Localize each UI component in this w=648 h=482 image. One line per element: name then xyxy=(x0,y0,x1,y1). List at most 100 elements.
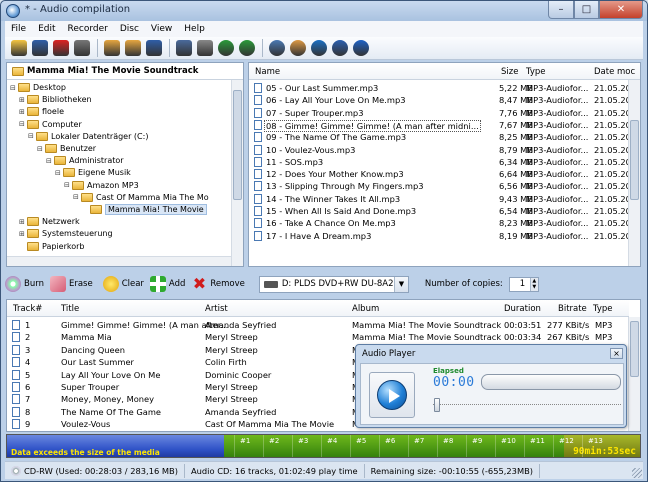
disc-icon xyxy=(11,465,21,476)
current-folder-header[interactable]: Mamma Mia! The Movie Soundtrack xyxy=(7,63,243,80)
clear-button[interactable]: Clear xyxy=(102,276,144,292)
drive-select[interactable]: D: PLDS DVD+RW DU-8A2S ▼ xyxy=(258,275,409,293)
menu-view[interactable]: View xyxy=(145,24,178,34)
expand-icon[interactable]: ⊟ xyxy=(37,145,45,153)
col-name[interactable]: Name xyxy=(255,67,280,77)
print-button[interactable] xyxy=(72,38,92,58)
globe-button[interactable] xyxy=(237,38,257,58)
expand-icon[interactable]: ⊟ xyxy=(19,120,27,128)
tree-item[interactable]: ⊞ Netzwerk xyxy=(19,216,80,227)
copies-stepper[interactable]: 1 ▲ ▼ xyxy=(508,276,539,292)
col-bitrate[interactable]: Bitrate xyxy=(558,304,587,314)
expand-icon[interactable]: ⊟ xyxy=(10,84,18,92)
about-button[interactable] xyxy=(351,38,371,58)
expand-icon[interactable]: ⊞ xyxy=(19,108,27,116)
settings-button[interactable] xyxy=(267,38,287,58)
seek-slider[interactable] xyxy=(433,404,621,406)
track-row[interactable]: 1 Gimme! Gimme! Gimme! (A man after... Ama… xyxy=(7,319,629,331)
tree-item[interactable]: ⊟ Computer xyxy=(19,119,82,130)
spin-icon[interactable]: ▲ ▼ xyxy=(529,277,538,291)
file-row[interactable]: 09 - The Name Of The Game.mp3 8,25 MB MP3-… xyxy=(249,131,634,143)
file-list-scrollbar[interactable] xyxy=(628,80,640,266)
col-title[interactable]: Title xyxy=(61,304,79,314)
file-row[interactable]: 16 - Take A Chance On Me.mp3 8,23 MB MP3-A… xyxy=(249,217,634,229)
save-button[interactable] xyxy=(30,38,50,58)
expand-icon[interactable]: ⊞ xyxy=(19,96,27,104)
expand-icon[interactable]: ⊞ xyxy=(19,218,27,226)
tree-item[interactable]: ⊞ Systemsteuerung xyxy=(19,228,113,239)
seek-slider-thumb[interactable] xyxy=(434,398,440,412)
burn-button[interactable]: Burn xyxy=(5,276,44,292)
add-disc-button[interactable] xyxy=(102,38,122,58)
expand-icon[interactable]: ⊟ xyxy=(46,157,54,165)
minimize-button[interactable]: – xyxy=(548,1,574,19)
col-date[interactable]: Date moc xyxy=(594,67,635,77)
menu-help[interactable]: Help xyxy=(178,24,211,34)
delete-button[interactable] xyxy=(51,38,71,58)
menu-file[interactable]: File xyxy=(5,24,32,34)
tree-item[interactable]: Papierkorb xyxy=(19,241,85,252)
file-row[interactable]: 08 - Gimme! Gimme! Gimme! (A man after m… xyxy=(249,118,634,132)
track-marker-label: #2 xyxy=(269,437,280,445)
paint-button[interactable] xyxy=(288,38,308,58)
resize-grip[interactable] xyxy=(632,468,642,478)
col-duration[interactable]: Duration xyxy=(504,304,541,314)
track-list-scrollbar[interactable] xyxy=(628,317,640,431)
tree-item[interactable]: ⊟ Cast Of Mamma Mia The Mo xyxy=(73,192,209,203)
info-drive-button[interactable] xyxy=(174,38,194,58)
drive-button[interactable] xyxy=(195,38,215,58)
file-row[interactable]: 12 - Does Your Mother Know.mp3 6,64 MB MP3… xyxy=(249,168,634,180)
file-row[interactable]: 14 - The Winner Takes It All.mp3 9,43 MB M… xyxy=(249,193,634,205)
add-button[interactable]: Add xyxy=(149,276,185,292)
tree-item[interactable]: Mamma Mia! The Movie xyxy=(82,204,207,215)
tree-item[interactable]: ⊟ Desktop xyxy=(10,82,66,93)
tree-item[interactable]: ⊟ Amazon MP3 xyxy=(64,180,139,191)
expand-icon[interactable]: ⊟ xyxy=(28,132,36,140)
col-type[interactable]: Type xyxy=(526,67,546,77)
file-row[interactable]: 10 - Voulez-Vous.mp3 8,79 MB MP3-Audiofor.… xyxy=(249,144,634,156)
col-track[interactable]: Track# xyxy=(13,304,42,314)
tree-hscrollbar[interactable] xyxy=(7,256,231,266)
file-row[interactable]: 06 - Lay All Your Love On Me.mp3 8,47 MB M… xyxy=(249,94,634,106)
file-row[interactable]: 15 - When All Is Said And Done.mp3 6,54 M… xyxy=(249,205,634,217)
chevron-down-icon[interactable]: ▼ xyxy=(393,276,408,292)
col-type[interactable]: Type xyxy=(593,304,613,314)
col-artist[interactable]: Artist xyxy=(205,304,228,314)
file-name: 05 - Our Last Summer.mp3 xyxy=(266,83,379,93)
expand-icon[interactable]: ⊟ xyxy=(73,193,81,201)
tree-item[interactable]: ⊞ floele xyxy=(19,106,64,117)
file-row[interactable]: 17 - I Have A Dream.mp3 8,19 MB MP3-Audiof… xyxy=(249,230,634,242)
file-row[interactable]: 13 - Slipping Through My Fingers.mp3 6,56… xyxy=(249,180,634,192)
player-close-button[interactable]: × xyxy=(610,348,623,359)
tree-item[interactable]: ⊟ Eigene Musik xyxy=(55,167,131,178)
bookmark-button[interactable] xyxy=(144,38,164,58)
add-disc2-button[interactable] xyxy=(123,38,143,58)
maximize-button[interactable]: □ xyxy=(574,1,599,19)
tree-item[interactable]: ⊟ Benutzer xyxy=(37,143,96,154)
track-bitrate: 267 KBit/s xyxy=(547,332,590,343)
remove-button[interactable]: ✖ Remove xyxy=(191,276,245,292)
track-row[interactable]: 2 Mamma Mia Meryl Streep Mamma Mia! The Mov… xyxy=(7,331,629,343)
file-row[interactable]: 05 - Our Last Summer.mp3 5,22 MB MP3-Audio… xyxy=(249,82,634,94)
expand-icon[interactable]: ⊟ xyxy=(64,181,72,189)
tree-item[interactable]: ⊟ Lokaler Datenträger (C:) xyxy=(28,131,148,142)
col-size[interactable]: Size xyxy=(501,67,518,77)
file-row[interactable]: 11 - SOS.mp3 6,34 MB MP3-Audiofor... 21.05.… xyxy=(249,156,634,168)
tree-scrollbar[interactable] xyxy=(231,80,243,266)
new-button[interactable] xyxy=(9,38,29,58)
help-button[interactable] xyxy=(330,38,350,58)
menu-recorder[interactable]: Recorder xyxy=(62,24,114,34)
file-row[interactable]: 07 - Super Trouper.mp3 7,76 MB MP3-Audiofo… xyxy=(249,107,634,119)
menu-disc[interactable]: Disc xyxy=(114,24,145,34)
erase-button[interactable]: Erase xyxy=(49,276,93,292)
web-button[interactable] xyxy=(216,38,236,58)
expand-icon[interactable]: ⊟ xyxy=(55,169,63,177)
menu-edit[interactable]: Edit xyxy=(32,24,61,34)
expand-icon[interactable]: ⊞ xyxy=(19,230,27,238)
col-album[interactable]: Album xyxy=(352,304,379,314)
close-button[interactable]: ✕ xyxy=(599,1,643,19)
play-button[interactable] xyxy=(369,372,415,418)
tree-item[interactable]: ⊞ Bibliotheken xyxy=(19,94,92,105)
world-button[interactable] xyxy=(309,38,329,58)
tree-item[interactable]: ⊟ Administrator xyxy=(46,155,124,166)
